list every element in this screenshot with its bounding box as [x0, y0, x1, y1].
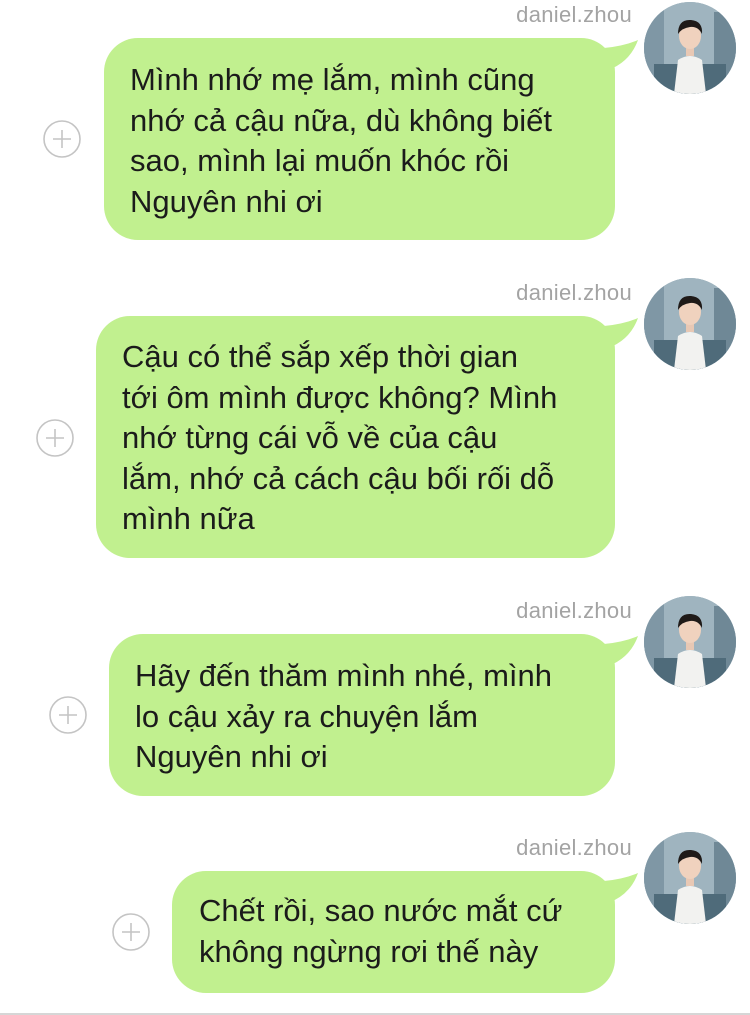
avatar-image	[644, 2, 736, 94]
message-line: sao, mình lại muốn khóc rồi	[130, 143, 510, 178]
avatar-image	[644, 596, 736, 688]
message-line: Nguyên nhi ơi	[135, 739, 328, 774]
message-bubble[interactable]: Cậu có thể sắp xếp thời gian tới ôm mình…	[96, 316, 615, 558]
add-reaction-icon[interactable]	[49, 696, 87, 734]
message-line: nhớ cả cậu nữa, dù không biết	[130, 102, 552, 138]
avatar[interactable]	[644, 596, 736, 688]
message-line: nhớ từng cái vỗ về của cậu	[122, 420, 498, 455]
message-line: Hãy đến thăm mình nhé, mình	[135, 658, 553, 693]
message-line: tới ôm mình được không? Mình	[122, 379, 558, 415]
message-line: lo cậu xảy ra chuyện lắm	[135, 698, 478, 734]
message-line: Cậu có thể sắp xếp thời gian	[122, 339, 519, 374]
avatar[interactable]	[644, 832, 736, 924]
avatar-image	[644, 832, 736, 924]
message-line: mình nữa	[122, 501, 255, 536]
avatar-image	[644, 278, 736, 370]
sender-name[interactable]: daniel.zhou	[516, 280, 632, 306]
message-bubble[interactable]: Mình nhớ mẹ lắm, mình cũng nhớ cả cậu nữ…	[104, 38, 615, 240]
message-line: Mình nhớ mẹ lắm, mình cũng	[130, 62, 535, 97]
add-reaction-icon[interactable]	[36, 419, 74, 457]
message-line: Chết rồi, sao nước mắt cứ	[199, 893, 563, 928]
message-line: lắm, nhớ cả cách cậu bối rối dỗ	[122, 460, 555, 496]
add-reaction-icon[interactable]	[43, 120, 81, 158]
avatar[interactable]	[644, 278, 736, 370]
sender-name[interactable]: daniel.zhou	[516, 2, 632, 28]
avatar[interactable]	[644, 2, 736, 94]
sender-name[interactable]: daniel.zhou	[516, 598, 632, 624]
message-bubble[interactable]: Hãy đến thăm mình nhé, mình lo cậu xảy r…	[109, 634, 615, 796]
message-bubble[interactable]: Chết rồi, sao nước mắt cứ không ngừng rơ…	[172, 871, 615, 993]
message-line: Nguyên nhi ơi	[130, 183, 323, 219]
add-reaction-icon[interactable]	[112, 913, 150, 951]
sender-name[interactable]: daniel.zhou	[516, 835, 632, 861]
message-line: không ngừng rơi thế này	[199, 933, 539, 969]
